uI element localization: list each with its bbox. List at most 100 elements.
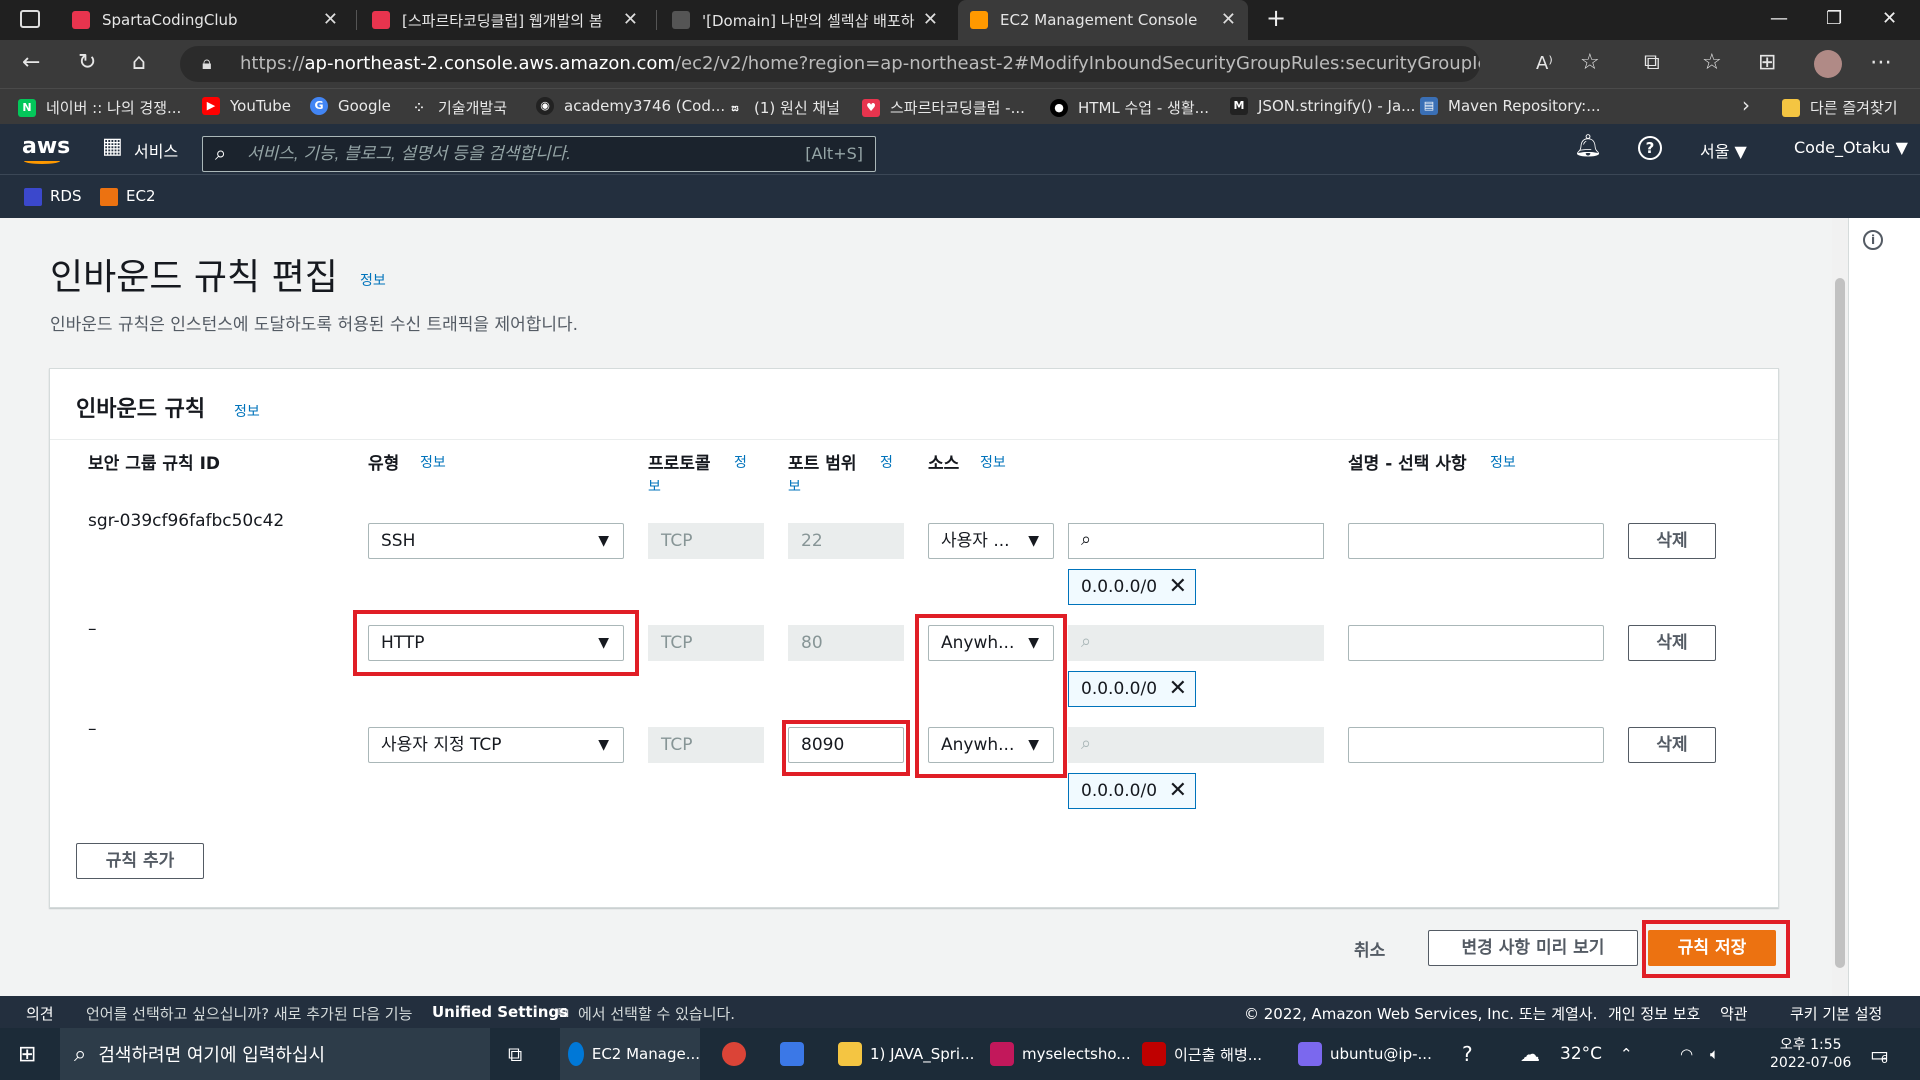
bookmark-html[interactable]: ● HTML 수업 - 생활... <box>1050 97 1209 118</box>
services-menu[interactable]: 서비스 <box>134 138 178 162</box>
bookmark-github[interactable]: ◉ academy3746 (Cod... <box>536 97 725 115</box>
taskbar-app-intellij[interactable]: myselectsho... <box>990 1028 1131 1080</box>
aws-search-box[interactable]: ⌕ [Alt+S] <box>202 136 876 172</box>
aws-logo[interactable]: aws <box>22 134 70 159</box>
privacy-link[interactable]: 개인 정보 보호 <box>1608 1003 1700 1024</box>
title-info-link[interactable]: 정보 <box>360 270 386 290</box>
bell-icon[interactable]: 🔔︎ <box>1574 134 1602 159</box>
description-input[interactable] <box>1348 625 1604 661</box>
close-icon[interactable]: ✕ <box>1221 9 1236 30</box>
windows-start-icon[interactable]: ⊞ <box>18 1028 36 1080</box>
header-protocol-info-2[interactable]: 보 <box>648 476 661 496</box>
delete-button[interactable]: 삭제 <box>1628 523 1716 559</box>
type-select[interactable]: SSH ▼ <box>368 523 624 559</box>
aws-search-input[interactable] <box>247 142 767 166</box>
bookmark-naver[interactable]: N 네이버 :: 나의 경쟁... <box>18 97 181 118</box>
tab-sparta-course[interactable]: [스파르타코딩클럽] 웹개발의 봄 ✕ <box>360 0 650 40</box>
taskbar-app-filezilla[interactable]: 이근출 해병... <box>1142 1028 1262 1080</box>
bookmark-google[interactable]: G Google <box>310 97 391 115</box>
bookmark-tech[interactable]: ⁘ 기술개발국 <box>410 97 507 118</box>
header-port-info-1[interactable]: 정 <box>880 452 893 472</box>
account-menu[interactable]: Code_Otaku ▼ <box>1794 138 1908 157</box>
bookmarks-overflow-icon[interactable]: › <box>1742 93 1750 117</box>
volume-icon[interactable]: 🔈︎ <box>1710 1028 1719 1080</box>
extensions-icon[interactable]: ⧉ <box>1644 50 1660 75</box>
google-icon: G <box>310 97 328 115</box>
clock[interactable]: 오후 1:55 2022-07-06 <box>1770 1028 1851 1080</box>
bookmark-maven[interactable]: ▤ Maven Repository:... <box>1420 97 1601 115</box>
cancel-link[interactable]: 취소 <box>1354 936 1385 961</box>
header-description-info[interactable]: 정보 <box>1490 452 1516 472</box>
new-tab-icon[interactable]: + <box>1266 4 1286 32</box>
minimize-icon[interactable]: — <box>1770 8 1788 29</box>
bookmark-genshin[interactable]: ಙ (1) 원신 채널 <box>726 97 840 118</box>
window-close-icon[interactable]: ✕ <box>1882 8 1897 29</box>
bookmark-sparta[interactable]: ♥ 스파르타코딩클럽 -... <box>862 97 1025 118</box>
remove-icon[interactable]: ✕ <box>1169 672 1187 706</box>
bookmark-youtube[interactable]: ▶ YouTube <box>202 97 291 115</box>
mdn-icon: M <box>1230 97 1248 115</box>
taskbar-app-edge[interactable]: EC2 Manage... <box>560 1028 700 1080</box>
header-type-info[interactable]: 정보 <box>420 452 446 472</box>
taskbar-app-mail[interactable] <box>780 1028 812 1080</box>
taskbar-app-chrome[interactable] <box>722 1028 754 1080</box>
close-icon[interactable]: ✕ <box>623 9 638 30</box>
favorite-star-icon[interactable]: ☆ <box>1580 50 1600 75</box>
tab-actions-icon[interactable] <box>20 10 40 28</box>
description-input[interactable] <box>1348 523 1604 559</box>
taskbar-search[interactable]: ⌕ 검색하려면 여기에 입력하십시 <box>60 1028 490 1080</box>
feedback-link[interactable]: 의견 <box>26 1003 54 1024</box>
unified-settings-link[interactable]: Unified Settings <box>432 1003 568 1021</box>
header-source-info[interactable]: 정보 <box>980 452 1006 472</box>
favorites-icon[interactable]: ☆ <box>1702 50 1722 75</box>
scrollbar[interactable] <box>1832 218 1848 996</box>
cookie-link[interactable]: 쿠키 기본 설정 <box>1790 1003 1882 1024</box>
refresh-icon[interactable]: ↻ <box>78 50 96 75</box>
add-rule-button[interactable]: 규칙 추가 <box>76 843 204 879</box>
filezilla-icon <box>1142 1042 1166 1066</box>
cidr-search[interactable]: ⌕ <box>1068 523 1324 559</box>
delete-button[interactable]: 삭제 <box>1628 727 1716 763</box>
task-view-icon[interactable]: ⧉ <box>508 1028 522 1080</box>
terms-link[interactable]: 약관 <box>1720 1003 1748 1024</box>
preview-changes-button[interactable]: 변경 사항 미리 보기 <box>1428 930 1638 966</box>
bookmark-mdn[interactable]: M JSON.stringify() - Ja... <box>1230 97 1415 115</box>
favorite-ec2[interactable]: EC2 <box>100 187 156 206</box>
taskbar-app-explorer[interactable]: 1) JAVA_Spri... <box>838 1028 974 1080</box>
remove-icon[interactable]: ✕ <box>1169 774 1187 808</box>
close-icon[interactable]: ✕ <box>323 9 338 30</box>
delete-button[interactable]: 삭제 <box>1628 625 1716 661</box>
type-select[interactable]: 사용자 지정 TCP ▼ <box>368 727 624 763</box>
header-protocol-info-1[interactable]: 정 <box>734 452 747 472</box>
collections-icon[interactable]: ⊞ <box>1758 50 1776 75</box>
header-port-info-2[interactable]: 보 <box>788 476 801 496</box>
tray-chevron-icon[interactable]: ⌃ <box>1620 1028 1633 1080</box>
tab-ec2-console[interactable]: EC2 Management Console ✕ <box>958 0 1248 40</box>
card-info-link[interactable]: 정보 <box>234 401 260 421</box>
services-grid-icon[interactable]: ▦ <box>102 134 123 159</box>
close-icon[interactable]: ✕ <box>923 9 938 30</box>
home-icon[interactable]: ⌂ <box>132 50 146 75</box>
taskbar-app-terminal[interactable]: ubuntu@ip-... <box>1298 1028 1432 1080</box>
profile-avatar[interactable] <box>1814 50 1842 78</box>
restore-icon[interactable]: ❐ <box>1826 8 1842 29</box>
info-panel-icon[interactable]: i <box>1863 230 1883 250</box>
source-select[interactable]: 사용자 ... ▼ <box>928 523 1054 559</box>
url-field[interactable]: 🔒︎ https://ap-northeast-2.console.aws.am… <box>180 46 1480 82</box>
network-icon[interactable]: ◠ <box>1680 1028 1693 1080</box>
tab-sparta[interactable]: SpartaCodingClub ✕ <box>60 0 350 40</box>
notification-icon[interactable]: ▭ 6 <box>1870 1028 1889 1080</box>
favorite-rds[interactable]: RDS <box>24 187 82 206</box>
bookmark-other[interactable]: 다른 즐겨찾기 <box>1782 97 1898 118</box>
help-icon[interactable]: ? <box>1638 136 1662 160</box>
remove-icon[interactable]: ✕ <box>1169 570 1187 604</box>
help-icon[interactable]: ? <box>1462 1028 1473 1080</box>
region-selector[interactable]: 서울 ▼ <box>1700 138 1747 162</box>
tab-domain[interactable]: '[Domain] 나만의 셀렉샵 배포하 ✕ <box>660 0 950 40</box>
description-input[interactable] <box>1348 727 1604 763</box>
scrollbar-thumb[interactable] <box>1835 278 1845 968</box>
more-icon[interactable]: ⋯ <box>1870 50 1892 75</box>
read-aloud-icon[interactable]: A⁾ <box>1536 53 1553 74</box>
back-icon[interactable]: ← <box>22 50 40 75</box>
mail-icon <box>780 1042 804 1066</box>
